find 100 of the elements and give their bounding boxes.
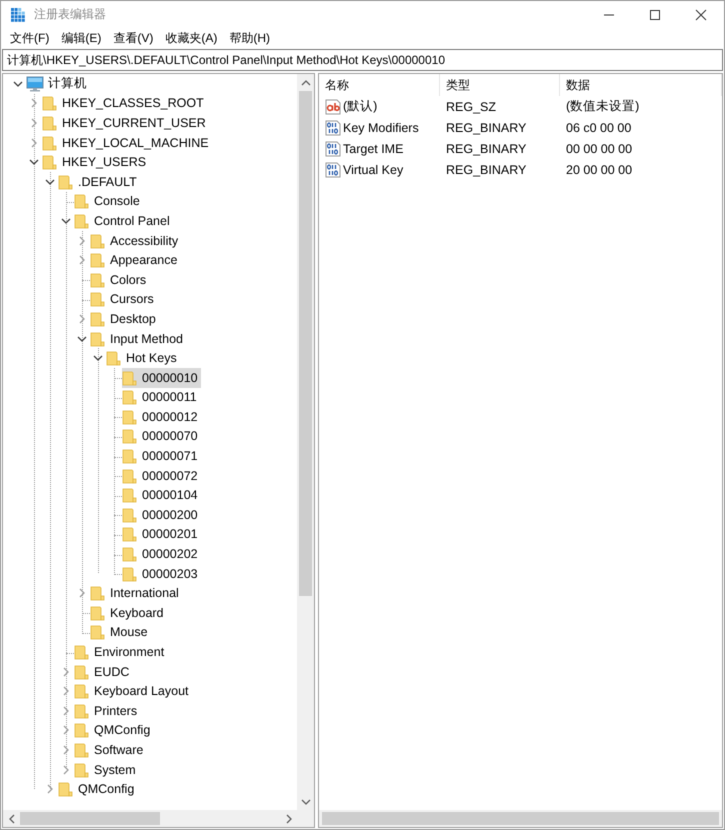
folder-icon bbox=[122, 468, 138, 484]
close-icon bbox=[695, 8, 707, 20]
value-name: (默认) bbox=[343, 98, 378, 115]
folder-icon bbox=[90, 252, 106, 268]
vertical-scrollbar[interactable] bbox=[297, 74, 314, 810]
tree-item[interactable]: Colors bbox=[90, 270, 150, 290]
tree-item[interactable]: Printers bbox=[74, 701, 140, 721]
column-header[interactable]: 名称 bbox=[319, 74, 440, 96]
tree-item[interactable]: Appearance bbox=[90, 250, 180, 270]
computer-icon bbox=[26, 76, 44, 92]
value-data: 00 00 00 00 bbox=[566, 142, 632, 156]
tree-item[interactable]: 00000010 bbox=[122, 368, 201, 388]
folder-icon bbox=[122, 370, 138, 386]
folder-icon bbox=[74, 644, 90, 660]
tree-item[interactable]: QMConfig bbox=[58, 779, 138, 799]
folder-icon bbox=[74, 722, 90, 738]
folder-icon bbox=[90, 330, 106, 347]
folder-icon bbox=[42, 134, 58, 151]
folder-icon bbox=[122, 448, 138, 464]
folder-icon bbox=[122, 566, 138, 582]
tree-item[interactable]: Environment bbox=[74, 642, 168, 662]
folder-icon bbox=[90, 624, 106, 640]
folder-icon bbox=[90, 272, 106, 288]
value-data: (数值未设置) bbox=[566, 98, 640, 115]
folder-icon bbox=[74, 702, 90, 719]
tree-item[interactable]: .DEFAULT bbox=[58, 172, 140, 192]
address-field[interactable]: 计算机\HKEY_USERS\.DEFAULT\Control Panel\Input Method\Hot Keys\00000010 bbox=[2, 49, 723, 71]
tree-item[interactable]: System bbox=[74, 760, 139, 780]
folder-icon bbox=[58, 174, 74, 190]
tree-item[interactable]: 00000202 bbox=[122, 544, 201, 564]
tree-item[interactable]: 00000201 bbox=[122, 524, 201, 544]
folder-icon bbox=[74, 193, 90, 210]
menu-item[interactable]: 编辑(E) bbox=[55, 28, 108, 49]
horizontal-scrollbar[interactable] bbox=[3, 810, 314, 827]
folder-icon bbox=[106, 350, 122, 366]
tree-item[interactable]: HKEY_CLASSES_ROOT bbox=[42, 94, 207, 114]
tree-item[interactable]: Accessibility bbox=[90, 230, 182, 250]
tree-item[interactable]: 00000072 bbox=[122, 466, 201, 486]
menu-item[interactable]: 收藏夹(A) bbox=[159, 28, 224, 49]
tree-item[interactable]: QMConfig bbox=[74, 720, 154, 740]
tree-item[interactable]: HKEY_USERS bbox=[42, 152, 150, 172]
folder-icon bbox=[42, 95, 58, 112]
tree-item[interactable]: HKEY_CURRENT_USER bbox=[42, 113, 209, 133]
tree-item[interactable]: Hot Keys bbox=[106, 348, 180, 368]
column-header[interactable]: 类型 bbox=[440, 74, 560, 96]
folder-icon bbox=[74, 762, 90, 778]
window-title: 注册表编辑器 bbox=[34, 6, 107, 23]
tree-item[interactable]: 00000012 bbox=[122, 407, 201, 427]
folder-icon bbox=[122, 546, 138, 562]
value-name: Key Modifiers bbox=[343, 120, 419, 134]
folder-icon bbox=[74, 683, 90, 700]
menu-item[interactable]: 文件(F) bbox=[4, 28, 56, 49]
folder-icon bbox=[90, 604, 106, 621]
tree-item[interactable]: Input Method bbox=[90, 328, 186, 348]
folder-icon bbox=[122, 428, 138, 444]
folder-icon bbox=[122, 526, 138, 542]
binary-value-icon bbox=[325, 120, 341, 136]
folder-icon bbox=[122, 487, 138, 504]
folder-icon bbox=[90, 291, 106, 308]
column-header[interactable]: 数据 bbox=[560, 74, 722, 96]
tree-item[interactable]: Control Panel bbox=[74, 211, 173, 231]
folder-icon bbox=[58, 781, 74, 798]
tree-item[interactable]: 00000071 bbox=[122, 446, 201, 466]
tree-item[interactable]: Desktop bbox=[90, 309, 159, 329]
folder-icon bbox=[74, 742, 90, 758]
folder-icon bbox=[90, 585, 106, 602]
folder-icon bbox=[122, 389, 138, 406]
tree-item[interactable]: 00000203 bbox=[122, 564, 201, 584]
tree-item[interactable]: 00000104 bbox=[122, 485, 201, 506]
horizontal-scrollbar[interactable] bbox=[319, 810, 722, 827]
folder-icon bbox=[122, 506, 138, 523]
menu-item[interactable]: 查看(V) bbox=[107, 28, 160, 49]
tree-item[interactable]: Keyboard Layout bbox=[74, 681, 192, 701]
value-type: REG_BINARY bbox=[446, 120, 526, 134]
tree-item[interactable]: Mouse bbox=[90, 622, 151, 642]
folder-icon bbox=[42, 114, 58, 131]
scrollbar-thumb[interactable] bbox=[322, 812, 719, 825]
folder-icon bbox=[74, 212, 90, 229]
tree-item[interactable]: EUDC bbox=[74, 662, 132, 682]
tree-item[interactable]: Cursors bbox=[90, 290, 157, 310]
tree-item[interactable]: Console bbox=[74, 192, 143, 212]
value-name: Target IME bbox=[343, 142, 404, 156]
value-data: 06 c0 00 00 bbox=[566, 120, 632, 134]
value-name: Virtual Key bbox=[343, 162, 404, 176]
string-value-icon bbox=[325, 98, 341, 114]
tree-item[interactable]: 00000200 bbox=[122, 505, 201, 525]
tree-item[interactable]: HKEY_LOCAL_MACHINE bbox=[42, 132, 212, 152]
folder-icon bbox=[74, 664, 90, 680]
tree-item[interactable]: 00000011 bbox=[122, 388, 200, 408]
tree-item[interactable]: Software bbox=[74, 740, 146, 760]
tree-item[interactable]: Keyboard bbox=[90, 603, 167, 623]
tree-item[interactable]: 计算机 bbox=[26, 74, 90, 94]
app-icon bbox=[10, 6, 26, 22]
menu-item[interactable]: 帮助(H) bbox=[223, 28, 276, 49]
value-type: REG_BINARY bbox=[446, 162, 526, 176]
tree-item[interactable]: International bbox=[90, 583, 182, 604]
tree-item[interactable]: 00000070 bbox=[122, 426, 201, 446]
scrollbar-thumb[interactable] bbox=[299, 91, 312, 596]
folder-icon bbox=[90, 310, 106, 327]
scrollbar-thumb[interactable] bbox=[20, 812, 160, 825]
